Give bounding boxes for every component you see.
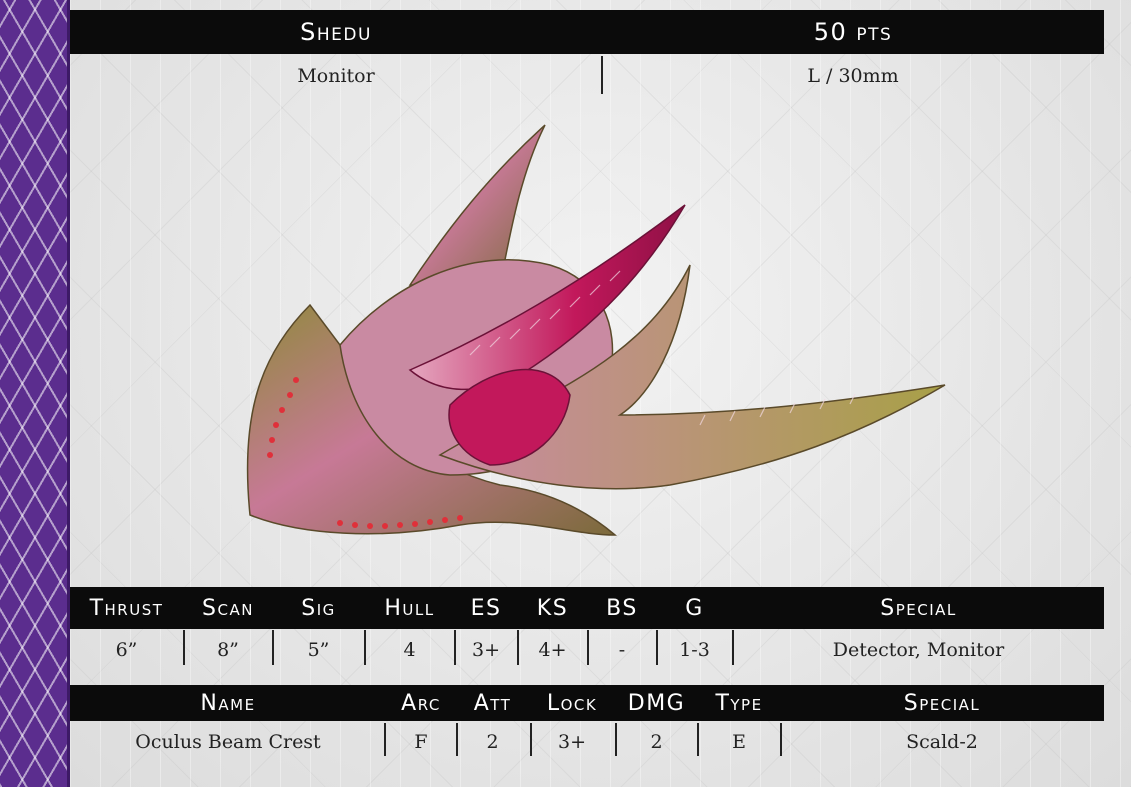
stats-divider	[732, 630, 734, 665]
weapon-divider	[697, 723, 699, 756]
weapon-lock: 3+	[557, 731, 586, 753]
ship-size: L / 30mm	[807, 65, 899, 87]
weapon-header-type: Type	[715, 690, 763, 716]
weapon-special: Scald-2	[906, 731, 978, 753]
weapon-arc: F	[414, 731, 428, 753]
stat-thrust: 6”	[115, 639, 138, 661]
stats-divider	[454, 630, 456, 665]
stats-divider	[183, 630, 185, 665]
decorative-side-strip	[0, 0, 70, 787]
weapon-header-att: Att	[473, 690, 512, 716]
weapon-divider	[530, 723, 532, 756]
stat-header-scan: Scan	[202, 595, 254, 621]
weapon-att: 2	[486, 731, 499, 753]
stat-header-hull: Hull	[384, 595, 435, 621]
weapon-header-dmg: DMG	[627, 690, 686, 716]
weapon-divider	[384, 723, 386, 756]
weapon-type: E	[732, 731, 746, 753]
stat-sig: 5”	[307, 639, 330, 661]
stat-scan: 8”	[217, 639, 239, 661]
stat-header-g: G	[685, 595, 704, 621]
weapon-name: Oculus Beam Crest	[135, 731, 321, 753]
stats-header-bar: Thrust Scan Sig Hull ES KS BS G Special	[70, 587, 1104, 629]
weapon-divider	[615, 723, 617, 756]
ship-role: Monitor	[297, 65, 375, 87]
stat-g: 1-3	[679, 639, 710, 661]
ship-name: Shedu	[300, 18, 372, 46]
subheader-divider	[601, 56, 603, 94]
ship-miniature-image	[246, 124, 946, 536]
stat-ks: 4+	[538, 639, 567, 661]
stats-divider	[364, 630, 366, 665]
stat-es: 3+	[471, 639, 500, 661]
stat-header-es: ES	[470, 595, 502, 621]
stats-divider	[656, 630, 658, 665]
weapons-header-bar: Name Arc Att Lock DMG Type Special	[70, 685, 1104, 721]
stat-header-thrust: Thrust	[89, 595, 164, 621]
weapon-header-lock: Lock	[546, 690, 598, 716]
stat-hull: 4	[403, 639, 416, 661]
subheader-row: Monitor L / 30mm	[70, 56, 1104, 96]
stats-divider	[517, 630, 519, 665]
stats-divider	[272, 630, 274, 665]
stats-divider	[587, 630, 589, 665]
stat-header-sig: Sig	[301, 595, 336, 621]
weapon-header-special: Special	[903, 690, 981, 716]
weapon-divider	[456, 723, 458, 756]
stat-header-bs: BS	[606, 595, 638, 621]
stat-header-special: Special	[880, 595, 957, 621]
weapon-header-name: Name	[200, 690, 256, 716]
weapon-row: Oculus Beam Crest F 2 3+ 2 E Scald-2	[70, 723, 1104, 761]
stat-special: Detector, Monitor	[832, 639, 1005, 661]
ship-points: 50 pts	[813, 18, 893, 46]
header-bar: Shedu 50 pts	[70, 10, 1104, 54]
weapon-dmg: 2	[650, 731, 663, 753]
stat-bs: -	[618, 639, 626, 661]
weapon-divider	[780, 723, 782, 756]
weapon-header-arc: Arc	[401, 690, 441, 716]
stat-header-ks: KS	[536, 595, 569, 621]
